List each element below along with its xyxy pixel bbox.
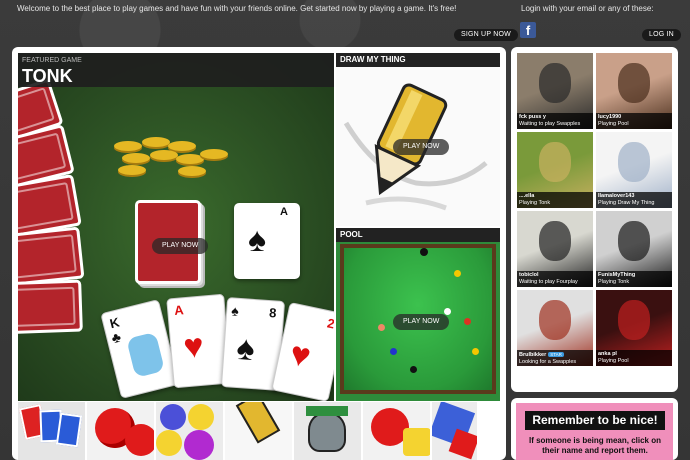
user-caption: FunisMyThing Playing Tonk <box>596 271 672 287</box>
ace-of-spades-card: A ♠ <box>234 203 300 279</box>
coin <box>122 153 150 163</box>
featured-game[interactable]: A ♠ K ♣ A ♥ 8 ♠ ♠ 2 ♥ FEATURED GAME TONK… <box>18 53 334 401</box>
game-thumbnail-strip <box>18 402 500 460</box>
user-caption: lucy1990 Playing Pool <box>596 113 672 129</box>
game-thumbnail-uno[interactable] <box>18 402 85 460</box>
user-status: Waiting to play Swapples <box>519 121 581 127</box>
facebook-icon[interactable]: f <box>520 22 536 38</box>
spade-icon: ♠ <box>230 302 240 319</box>
game-thumbnail-cat[interactable] <box>294 402 361 460</box>
avatar <box>618 142 650 182</box>
play-now-button[interactable]: PLAY NOW <box>393 314 450 330</box>
user-tile[interactable]: anka pl Playing Pool <box>596 290 672 366</box>
avatar <box>618 63 650 103</box>
spade-icon: ♠ <box>248 221 267 259</box>
user-badge: STAR <box>548 352 564 357</box>
remember-body: If someone is being mean, click on their… <box>528 436 662 455</box>
pool-ball <box>378 324 385 331</box>
user-status: Waiting to play Fourplay <box>519 279 578 285</box>
coin <box>142 137 170 147</box>
user-status: Looking for a Swapples match <box>519 359 577 365</box>
game-title: DRAW MY THING <box>336 53 500 67</box>
pool-ball <box>444 308 451 315</box>
pool-ball <box>454 270 461 277</box>
user-caption: tobiclol Waiting to play Fourplay <box>517 271 593 287</box>
game-draw-my-thing[interactable]: DRAW MY THING PLAY NOW <box>336 53 500 226</box>
play-now-button[interactable]: PLAY NOW <box>393 139 450 155</box>
king-character <box>126 331 165 378</box>
avatar <box>618 300 650 340</box>
play-now-button[interactable]: PLAY NOW <box>152 238 209 254</box>
welcome-text: Welcome to the best place to play games … <box>17 4 457 13</box>
user-caption: llamalover143 Playing Draw My Thing <box>596 192 672 208</box>
user-caption: fck puss y Waiting to play Swapples <box>517 113 593 129</box>
coin <box>178 166 206 176</box>
spade-icon: ♠ <box>235 328 257 369</box>
pool-ball <box>472 348 479 355</box>
heart-icon: ♥ <box>286 334 315 376</box>
featured-label: FEATURED GAME <box>22 57 82 64</box>
user-tile[interactable]: fck puss y Waiting to play Swapples <box>517 53 593 129</box>
user-status: Playing Draw My Thing <box>598 200 655 206</box>
user-name[interactable]: lucy1990 <box>598 114 621 120</box>
game-thumbnail-red-ball[interactable] <box>363 402 430 460</box>
user-name[interactable]: llamalover143 <box>598 193 634 199</box>
log-in-button[interactable]: LOG IN <box>642 29 681 41</box>
user-caption: BrulbikkerSTAR Looking for a Swapples mat… <box>517 350 593 366</box>
avatar <box>539 142 571 182</box>
fanned-card <box>18 279 83 335</box>
user-name[interactable]: anka pl <box>598 351 617 357</box>
user-status: Playing Tonk <box>519 200 551 206</box>
user-name[interactable]: Brulbikker <box>519 352 546 358</box>
user-name[interactable]: fck puss y <box>519 114 546 120</box>
coin <box>118 165 146 175</box>
user-status: Playing Tonk <box>598 279 630 285</box>
online-users-grid: fck puss y Waiting to play Swapples lucy19… <box>517 53 672 366</box>
user-status: Playing Pool <box>598 358 629 364</box>
pool-ball <box>464 318 471 325</box>
coin <box>114 141 142 151</box>
heart-icon: ♥ <box>181 326 206 367</box>
avatar <box>539 300 571 340</box>
game-pool[interactable]: POOL PLAY NOW <box>336 228 500 401</box>
coin <box>168 141 196 151</box>
avatar <box>539 63 571 103</box>
user-name[interactable]: tobiclol <box>519 272 539 278</box>
avatar <box>539 221 571 261</box>
coin <box>150 150 178 160</box>
user-tile[interactable]: llamalover143 Playing Draw My Thing <box>596 132 672 208</box>
club-icon: ♣ <box>109 328 123 347</box>
user-name[interactable]: FunisMyThing <box>598 272 635 278</box>
game-thumbnail-swapples[interactable] <box>156 402 223 460</box>
game-thumbnail-blocks[interactable] <box>432 402 477 460</box>
game-title: POOL <box>336 228 500 242</box>
pocket <box>420 248 428 256</box>
user-tile[interactable]: tobiclol Waiting to play Fourplay <box>517 211 593 287</box>
user-tile[interactable]: ....ella Playing Tonk <box>517 132 593 208</box>
featured-header: FEATURED GAME TONK <box>18 53 334 87</box>
pool-ball <box>410 366 417 373</box>
sign-up-button[interactable]: SIGN UP NOW <box>454 29 518 41</box>
game-thumbnail-draw-my-thing[interactable] <box>225 402 292 460</box>
pool-ball <box>390 348 397 355</box>
user-status: Playing Pool <box>598 121 629 127</box>
featured-title: TONK <box>22 66 73 86</box>
card-rank: A <box>280 206 288 218</box>
coin <box>200 149 228 159</box>
user-tile[interactable]: FunisMyThing Playing Tonk <box>596 211 672 287</box>
user-name[interactable]: ....ella <box>519 193 534 199</box>
user-caption: anka pl Playing Pool <box>596 350 672 366</box>
user-tile[interactable]: BrulbikkerSTAR Looking for a Swapples mat… <box>517 290 593 366</box>
avatar <box>618 221 650 261</box>
fanned-card <box>18 226 85 288</box>
user-tile[interactable]: lucy1990 Playing Pool <box>596 53 672 129</box>
game-thumbnail-fourplay[interactable] <box>87 402 154 460</box>
user-caption: ....ella Playing Tonk <box>517 192 593 208</box>
login-prompt: Login with your email or any of these: <box>521 4 654 13</box>
remember-title: Remember to be nice! <box>525 411 665 430</box>
